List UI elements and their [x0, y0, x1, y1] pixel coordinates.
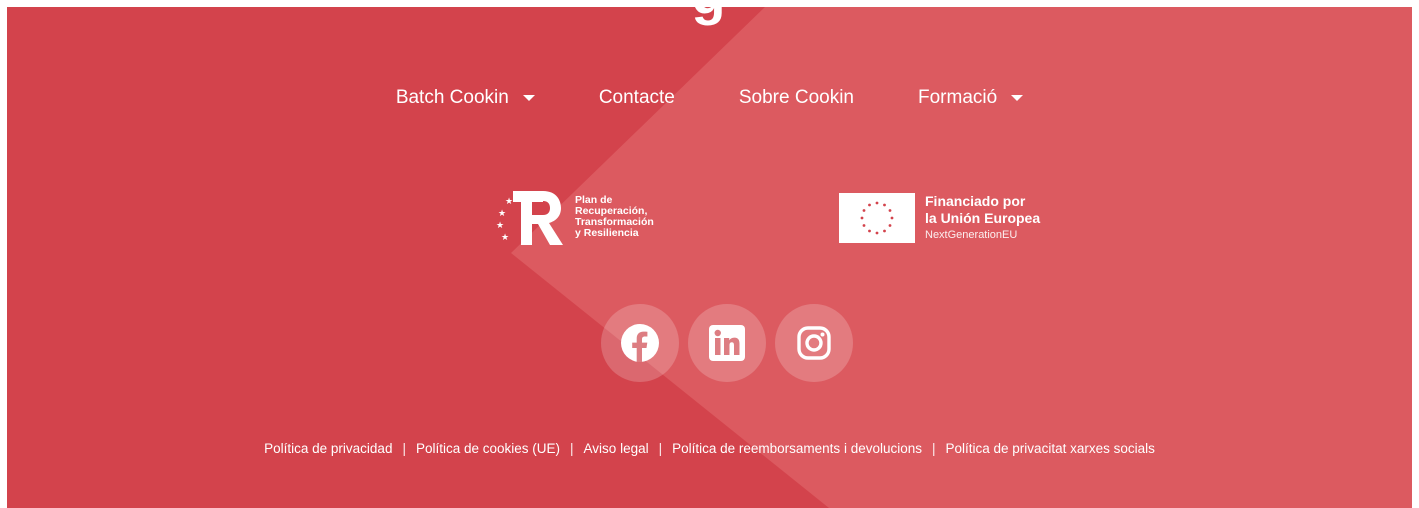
cookie-policy-link[interactable]: Política de cookies (UE) [416, 441, 560, 456]
legal-links: Política de privacidad | Política de coo… [7, 441, 1412, 456]
separator: | [932, 441, 936, 456]
linkedin-icon [709, 325, 745, 361]
chevron-down-icon [522, 95, 535, 101]
svg-text:★: ★ [505, 197, 513, 207]
nav-item-label: Contacte [598, 87, 675, 108]
nav-item-formacio[interactable]: Formació [886, 87, 1055, 109]
refund-policy-link[interactable]: Política de reemborsaments i devolucions [672, 441, 922, 456]
nav-item-label: Formació [918, 87, 998, 108]
eu-text: Financiado por la Unión Europea NextGene… [925, 193, 1040, 243]
nav-item-batch-cookin[interactable]: Batch Cookin [364, 87, 567, 109]
chevron-down-icon [1011, 95, 1024, 101]
social-privacy-policy-link[interactable]: Política de privacitat xarxes socials [946, 441, 1155, 456]
nav-item-contacte[interactable]: Contacte [567, 87, 707, 109]
facebook-button[interactable] [601, 304, 679, 382]
svg-text:★: ★ [498, 209, 506, 219]
eu-flag-icon [839, 193, 915, 243]
nav-item-label: Batch Cookin [395, 87, 509, 108]
eu-line: NextGenerationEU [925, 229, 1018, 241]
separator: | [658, 441, 663, 456]
svg-text:★: ★ [501, 233, 509, 243]
separator: | [402, 441, 406, 456]
prtr-line: y Resiliencia [575, 227, 639, 239]
prtr-logo: ★ ★ ★ ★ Plan de Recuperación, Transforma… [495, 187, 654, 247]
funding-logos: ★ ★ ★ ★ Plan de Recuperación, Transforma… [7, 187, 1412, 257]
eu-logo: Financiado por la Unión Europea NextGene… [839, 193, 1040, 243]
prtr-mark-icon: ★ ★ ★ ★ [496, 191, 563, 245]
legal-notice-link[interactable]: Aviso legal [584, 441, 649, 456]
site-footer: g Batch Cookin Contacte Sobre Cookin For… [7, 7, 1412, 508]
linkedin-button[interactable] [688, 304, 766, 382]
background-shape [511, 7, 1412, 508]
facebook-icon [621, 324, 659, 362]
eu-line: la Unión Europea [925, 210, 1041, 226]
separator: | [570, 441, 574, 456]
eu-line: Financiado por [925, 193, 1026, 209]
nav-item-sobre-cookin[interactable]: Sobre Cookin [707, 87, 886, 109]
site-title-fragment: g [7, 7, 1412, 41]
footer-nav: Batch Cookin Contacte Sobre Cookin Forma… [7, 87, 1412, 109]
instagram-icon [797, 326, 831, 360]
instagram-button[interactable] [775, 304, 853, 382]
svg-text:★: ★ [496, 221, 504, 231]
privacy-policy-link[interactable]: Política de privacidad [264, 441, 392, 456]
social-links [601, 304, 853, 382]
nav-item-label: Sobre Cookin [738, 87, 854, 108]
prtr-text: Plan de Recuperación, Transformación y R… [575, 195, 654, 239]
